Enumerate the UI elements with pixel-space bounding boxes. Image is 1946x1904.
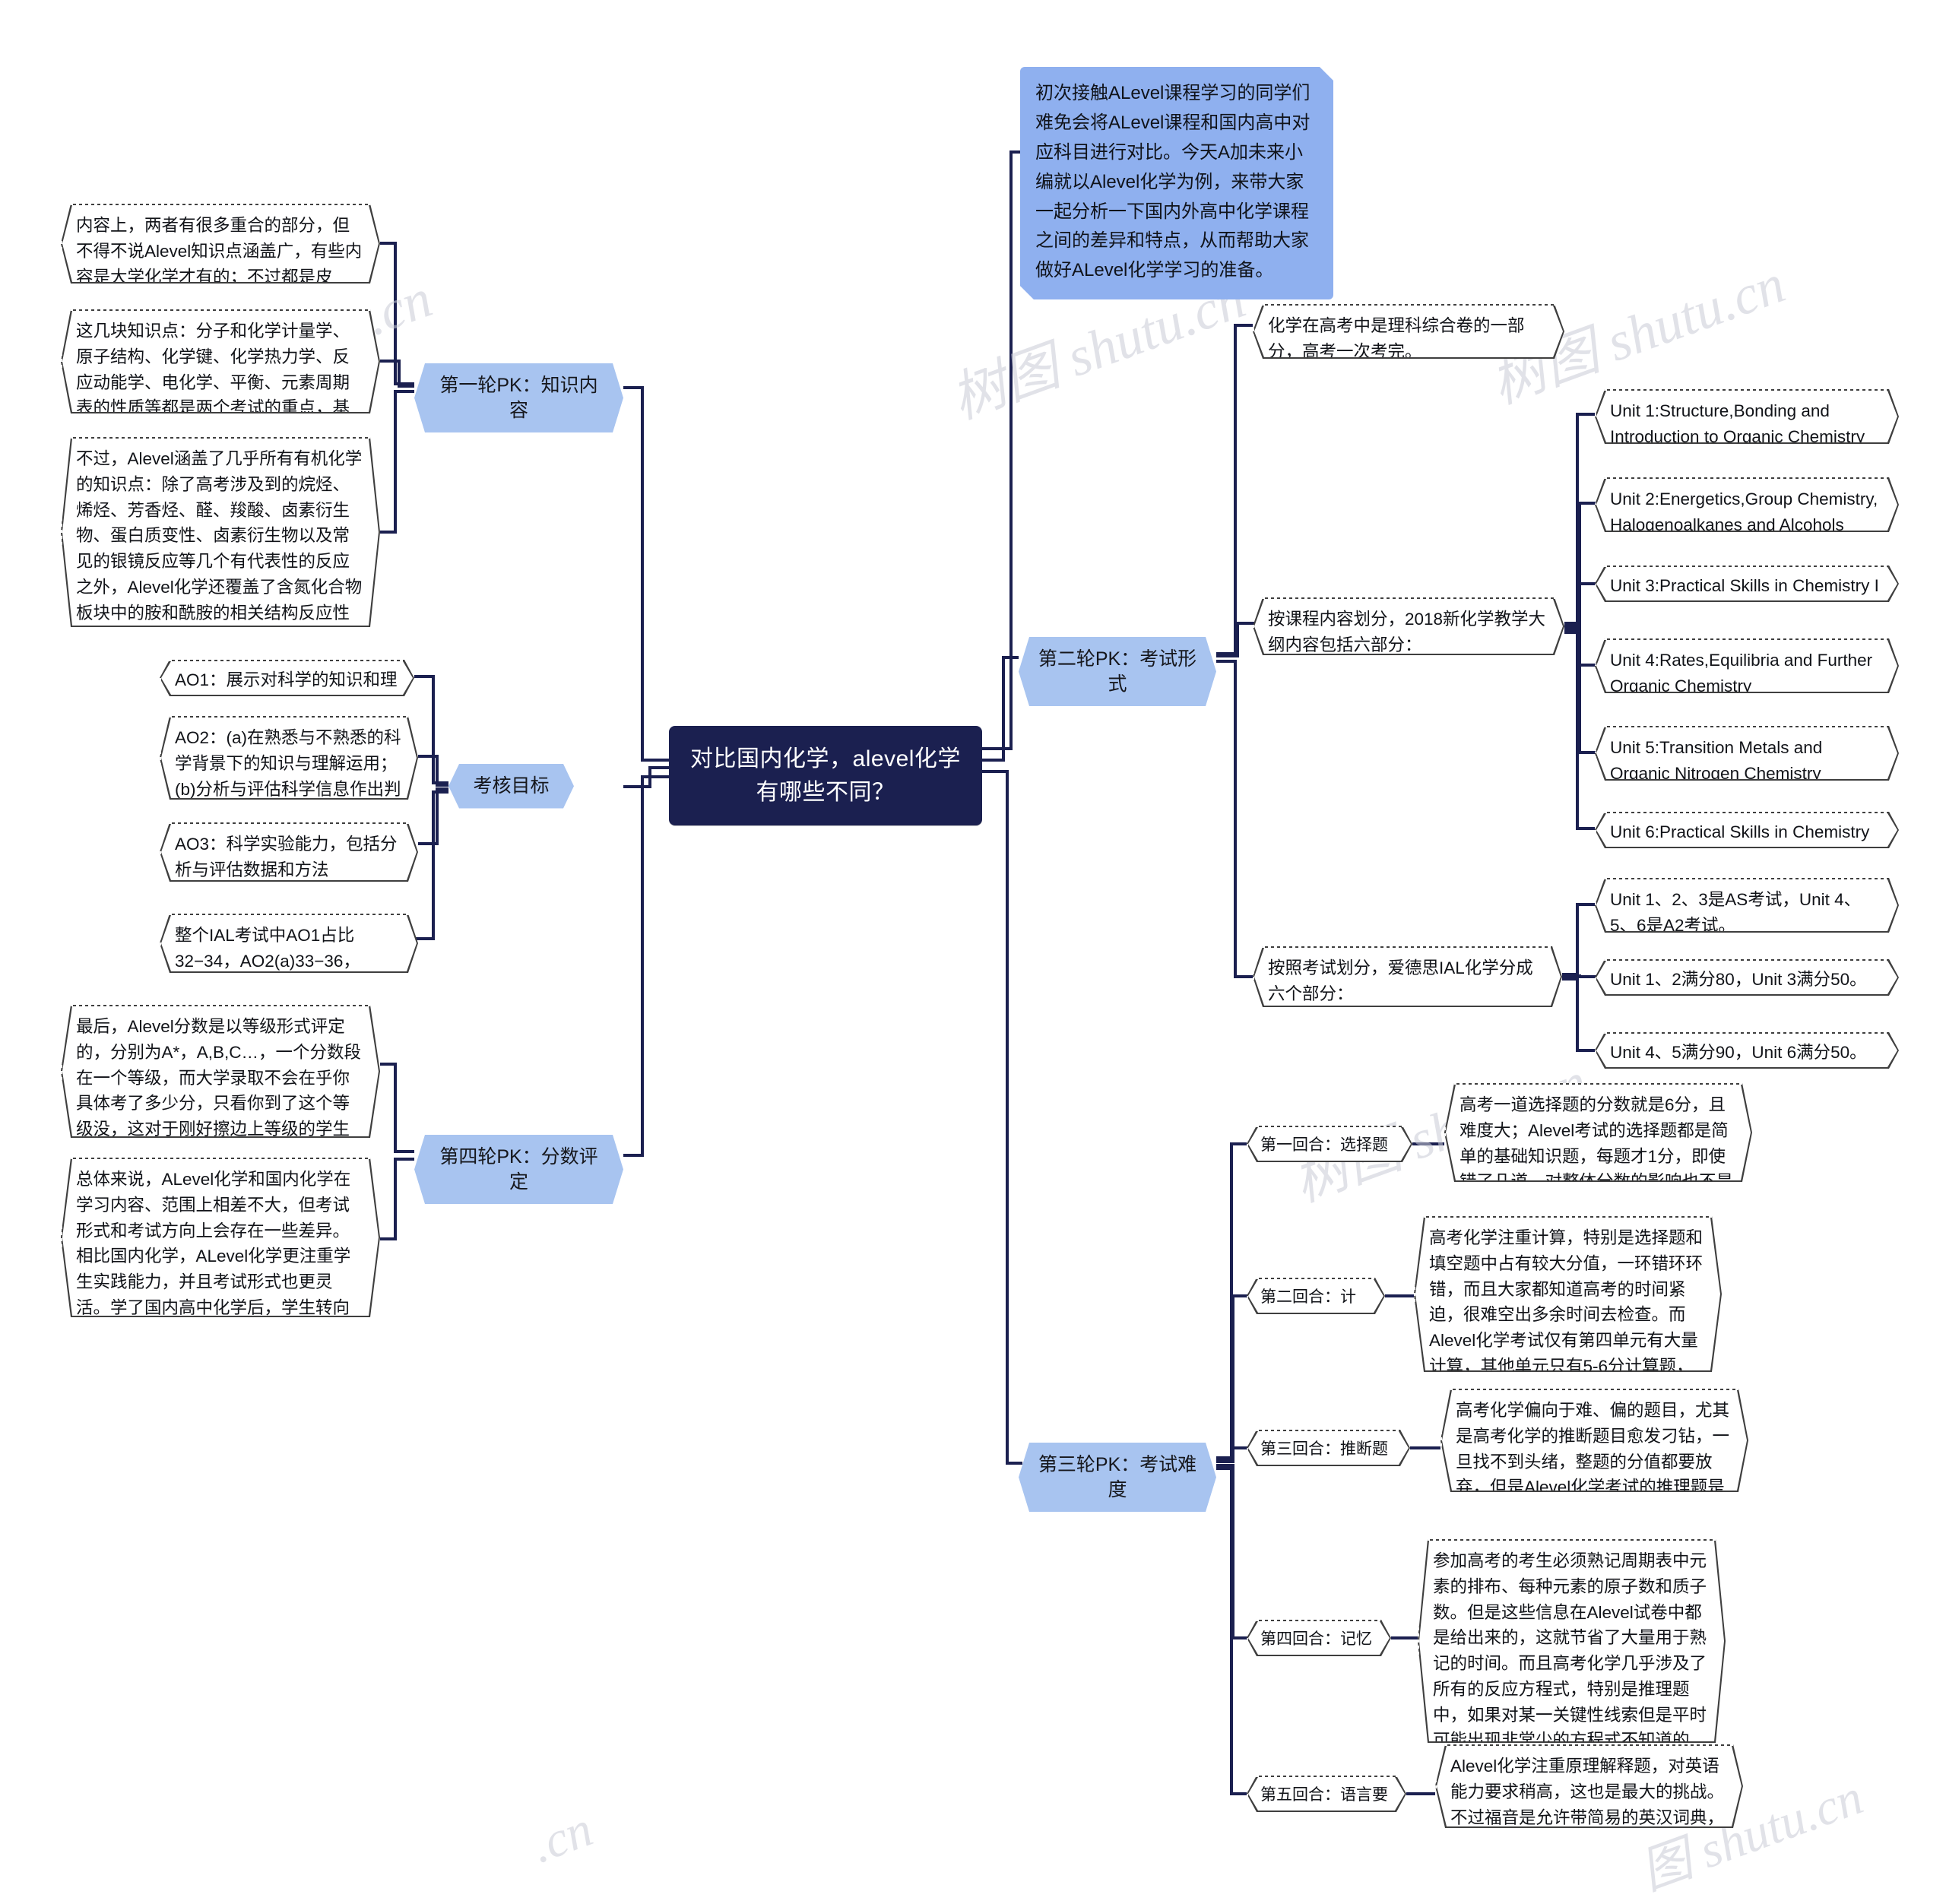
leaf-text: Unit 4、5满分90，Unit 6满分50。 — [1610, 1043, 1867, 1062]
branch-right-2[interactable]: 第三轮PK：考试难度 — [1019, 1443, 1216, 1512]
leaf-left-2-weights[interactable]: 整个IAL考试中AO1占比32−34，AO2(a)33−36，AO2(b)11−… — [160, 914, 418, 973]
leaf-left-3-1[interactable]: 最后，Alevel分数是以等级形式评定的，分别为A*，A,B,C…，一个分数段在… — [61, 1005, 380, 1138]
leaf-text: Unit 1、2满分80，Unit 3满分50。 — [1610, 970, 1867, 989]
leaf-text: 这几块知识点：分子和化学计量学、原子结构、化学键、化学热力学、反应动能学、电化学… — [76, 322, 350, 443]
leaf-text: Alevel化学注重原理解释题，对英语能力要求稍高，这也是最大的挑战。不过福音是… — [1450, 1757, 1725, 1853]
leaf-text: Unit 4:Rates,Equilibria and Further Orga… — [1610, 651, 1873, 695]
leaf-unit-3[interactable]: Unit 3:Practical Skills in Chemistry I — [1595, 565, 1899, 602]
leaf-exam-as-a2[interactable]: Unit 1、2、3是AS考试，Unit 4、5、6是A2考试。 — [1595, 878, 1899, 933]
round-4-text[interactable]: 参加高考的考生必须熟记周期表中元素的排布、每种元素的原子数和质子数。但是这些信息… — [1418, 1539, 1726, 1743]
leaf-right-syllabus-split[interactable]: 按课程内容划分，2018新化学教学大纲内容包括六部分： — [1253, 597, 1564, 655]
round-1-label[interactable]: 第一回合：选择题失分风险 — [1247, 1126, 1412, 1162]
leaf-text: 高考化学偏向于难、偏的题目，尤其是高考化学的推断题目愈发刁钻，一旦找不到头绪，整… — [1456, 1401, 1730, 1522]
leaf-text: 总体来说，ALevel化学和国内化学在学习内容、范围上相差不大，但考试形式和考试… — [76, 1170, 363, 1369]
leaf-text: 第四回合：记忆量 — [1260, 1630, 1372, 1672]
leaf-unit-2[interactable]: Unit 2:Energetics,Group Chemistry, Halog… — [1595, 477, 1899, 532]
round-2-text[interactable]: 高考化学注重计算，特别是选择题和填空题中占有较大分值，一环错环环错，而且大家都知… — [1414, 1216, 1722, 1372]
leaf-right-exam-split[interactable]: 按照考试划分，爱德思IAL化学分成六个部分： — [1253, 946, 1562, 1007]
round-5-text[interactable]: Alevel化学注重原理解释题，对英语能力要求稍高，这也是最大的挑战。不过福音是… — [1435, 1744, 1743, 1828]
leaf-left-2-ao2[interactable]: AO2：(a)在熟悉与不熟悉的科学背景下的知识与理解运用；(b)分析与评估科学信… — [160, 716, 418, 800]
leaf-text: 按课程内容划分，2018新化学教学大纲内容包括六部分： — [1268, 610, 1546, 654]
mindmap-canvas: shutu.cn shutu.cn .cn 树图 shutu.cn 树图 shu… — [0, 0, 1946, 1900]
leaf-text: 内容上，两者有很多重合的部分，但不得不说Alevel知识点涵盖广，有些内容是大学… — [76, 216, 363, 312]
leaf-text: 按照考试划分，爱德思IAL化学分成六个部分： — [1268, 958, 1533, 1003]
leaf-left-2-ao1[interactable]: AO1：展示对科学的知识和理解 — [160, 660, 414, 696]
leaf-text: Unit 6:Practical Skills in Chemistry — [1610, 822, 1870, 841]
leaf-exam-marks-123[interactable]: Unit 1、2满分80，Unit 3满分50。 — [1595, 959, 1899, 996]
leaf-text: 高考一道选择题的分数就是6分，且难度大；Alevel考试的选择题都是简单的基础知… — [1460, 1095, 1734, 1217]
leaf-text: AO3：科学实验能力，包括分析与评估数据和方法 — [175, 835, 398, 879]
leaf-unit-4[interactable]: Unit 4:Rates,Equilibria and Further Orga… — [1595, 638, 1899, 693]
leaf-left-1-1[interactable]: 内容上，两者有很多重合的部分，但不得不说Alevel知识点涵盖广，有些内容是大学… — [61, 204, 380, 284]
branch-left-3[interactable]: 第四轮PK：分数评定 — [414, 1135, 623, 1204]
leaf-unit-5[interactable]: Unit 5:Transition Metals and Organic Nit… — [1595, 726, 1899, 781]
round-2-label[interactable]: 第二回合：计算量 — [1247, 1278, 1385, 1314]
leaf-text: 整个IAL考试中AO1占比32−34，AO2(a)33−36，AO2(b)11−… — [175, 926, 360, 996]
leaf-unit-6[interactable]: Unit 6:Practical Skills in Chemistry — [1595, 812, 1899, 848]
round-1-text[interactable]: 高考一道选择题的分数就是6分，且难度大；Alevel考试的选择题都是简单的基础知… — [1444, 1083, 1752, 1182]
round-5-label[interactable]: 第五回合：语言要求 — [1247, 1776, 1406, 1812]
root-node[interactable]: 对比国内化学，alevel化学有哪些不同？ — [669, 726, 982, 825]
round-3-label[interactable]: 第三回合：推断题难度 — [1247, 1430, 1410, 1466]
leaf-left-2-ao3[interactable]: AO3：科学实验能力，包括分析与评估数据和方法 — [160, 822, 418, 882]
round-3-text[interactable]: 高考化学偏向于难、偏的题目，尤其是高考化学的推断题目愈发刁钻，一旦找不到头绪，整… — [1440, 1389, 1748, 1492]
branch-left-2[interactable]: 考核目标 — [448, 764, 574, 809]
leaf-text: 化学在高考中是理科综合卷的一部分，高考一次考完。 — [1268, 316, 1525, 361]
leaf-text: AO2：(a)在熟悉与不熟悉的科学背景下的知识与理解运用；(b)分析与评估科学信… — [175, 728, 401, 825]
leaf-text: 高考化学注重计算，特别是选择题和填空题中占有较大分值，一环错环环错，而且大家都知… — [1429, 1228, 1704, 1402]
branch-left-1[interactable]: 第一轮PK：知识内容 — [414, 363, 623, 432]
leaf-text: Unit 3:Practical Skills in Chemistry I — [1610, 576, 1879, 595]
leaf-text: 第五回合：语言要求 — [1260, 1786, 1388, 1828]
branch-right-1[interactable]: 第二轮PK：考试形式 — [1019, 637, 1216, 706]
leaf-unit-1[interactable]: Unit 1:Structure,Bonding and Introductio… — [1595, 389, 1899, 444]
leaf-left-1-2[interactable]: 这几块知识点：分子和化学计量学、原子结构、化学键、化学热力学、反应动能学、电化学… — [61, 309, 380, 413]
leaf-left-3-2[interactable]: 总体来说，ALevel化学和国内化学在学习内容、范围上相差不大，但考试形式和考试… — [61, 1158, 380, 1317]
leaf-text: Unit 1:Structure,Bonding and Introductio… — [1610, 401, 1865, 446]
leaf-text: 第一回合：选择题失分风险 — [1260, 1136, 1388, 1178]
round-4-label[interactable]: 第四回合：记忆量 — [1247, 1620, 1391, 1656]
watermark: .cn — [524, 1801, 600, 1874]
leaf-text: Unit 5:Transition Metals and Organic Nit… — [1610, 738, 1823, 783]
leaf-text: 第三回合：推断题难度 — [1260, 1440, 1388, 1482]
intro-node[interactable]: 初次接触ALevel课程学习的同学们难免会将ALevel课程和国内高中对应科目进… — [1020, 67, 1333, 299]
leaf-text: Unit 2:Energetics,Group Chemistry, Halog… — [1610, 489, 1878, 534]
leaf-right-gaokao-format[interactable]: 化学在高考中是理科综合卷的一部分，高考一次考完。 — [1253, 304, 1564, 359]
leaf-text: AO1：展示对科学的知识和理解 — [175, 670, 398, 715]
leaf-text: 第二回合：计算量 — [1260, 1288, 1356, 1330]
leaf-left-1-3[interactable]: 不过，Alevel涵盖了几乎所有有机化学的知识点：除了高考涉及到的烷烃、烯烃、芳… — [61, 437, 380, 627]
leaf-text: Unit 1、2、3是AS考试，Unit 4、5、6是A2考试。 — [1610, 890, 1862, 935]
leaf-exam-marks-456[interactable]: Unit 4、5满分90，Unit 6满分50。 — [1595, 1032, 1899, 1069]
